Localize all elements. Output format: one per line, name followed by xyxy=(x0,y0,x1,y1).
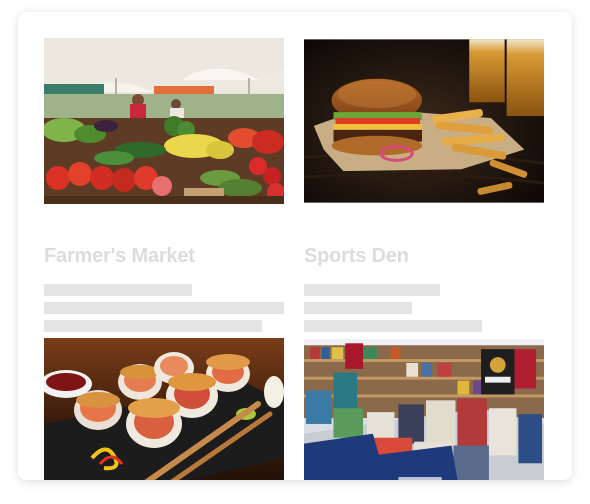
text-placeholder-line xyxy=(44,320,262,332)
text-placeholder-line xyxy=(304,284,440,296)
cards-grid: Farmer's Market Sports Den xyxy=(18,12,572,480)
burger-and-fries-photo[interactable] xyxy=(304,38,544,204)
text-placeholder-line xyxy=(304,302,412,314)
farmers-market-photo[interactable] xyxy=(44,38,284,204)
text-placeholder-line xyxy=(44,284,192,296)
bookstore-photo[interactable] xyxy=(304,338,544,480)
text-placeholder-line xyxy=(304,320,482,332)
card-title[interactable]: Sports Den xyxy=(304,245,409,268)
text-placeholder-line xyxy=(44,302,284,314)
card-title[interactable]: Farmer's Market xyxy=(44,245,195,268)
sushi-rolls-photo[interactable] xyxy=(44,338,284,480)
